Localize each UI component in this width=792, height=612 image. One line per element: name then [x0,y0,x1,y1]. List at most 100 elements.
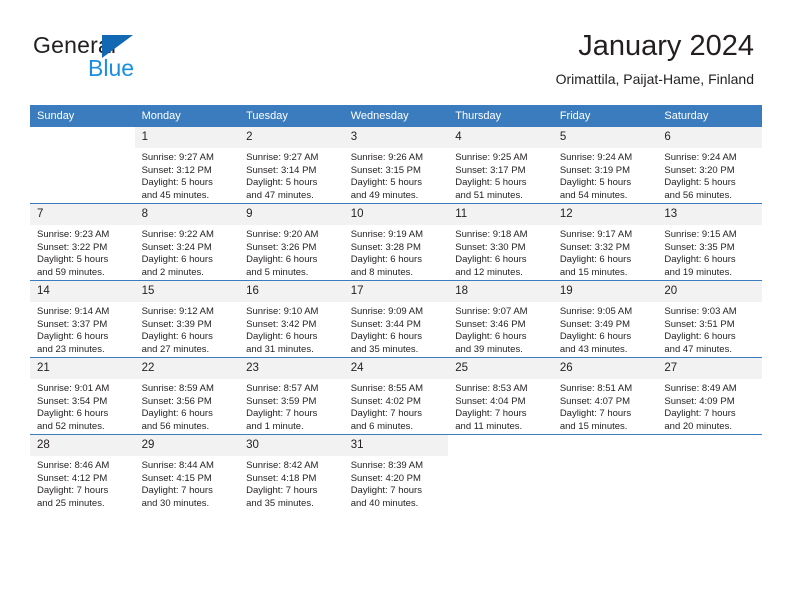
day-number: 16 [239,281,344,302]
sunset-text: Sunset: 3:32 PM [559,241,631,253]
calendar-day-cell[interactable]: 10 Sunrise: 9:19 AM Sunset: 3:28 PM Dayligh… [343,203,449,281]
weekday-header-tuesday: Tuesday [239,105,344,127]
calendar-day-cell[interactable]: 20 Sunrise: 9:03 AM Sunset: 3:51 PM Dayligh… [657,280,762,358]
sunset-text: Sunset: 3:51 PM [664,318,735,330]
calendar-day-cell[interactable]: 8 Sunrise: 9:22 AM Sunset: 3:24 PM Daylight… [134,203,240,281]
calendar-cell-inner: 20 Sunrise: 9:03 AM Sunset: 3:51 PM Dayligh… [657,281,762,358]
calendar-cell-inner: 10 Sunrise: 9:19 AM Sunset: 3:28 PM Dayligh… [343,204,449,281]
day-details: Sunrise: 8:53 AM Sunset: 4:04 PM Daylight:… [448,379,553,433]
calendar-day-cell[interactable]: 25 Sunrise: 8:53 AM Sunset: 4:04 PM Dayligh… [448,357,553,435]
sunset-text: Sunset: 3:22 PM [37,241,108,253]
day-details: Sunrise: 9:25 AM Sunset: 3:17 PM Daylight:… [448,148,553,202]
day-details: Sunrise: 9:14 AM Sunset: 3:37 PM Daylight:… [30,302,135,356]
general-blue-logo[interactable]: General Blue [33,33,263,83]
calendar-day-cell[interactable]: 2 Sunrise: 9:27 AM Sunset: 3:14 PM Daylight… [239,127,344,204]
sunset-text: Sunset: 4:09 PM [664,395,735,407]
day-details: Sunrise: 8:51 AM Sunset: 4:07 PM Daylight:… [553,379,658,433]
daylight-text-cont: and 15 minutes. [559,266,628,278]
daylight-text-cont: and 6 minutes. [350,420,414,432]
calendar-day-cell[interactable]: 17 Sunrise: 9:09 AM Sunset: 3:44 PM Dayligh… [343,280,449,358]
sunrise-text: Sunrise: 9:24 AM [664,152,737,163]
daylight-text-cont: and 47 minutes. [664,343,732,355]
sunset-text: Sunset: 3:44 PM [350,318,421,330]
calendar-day-cell[interactable]: 3 Sunrise: 9:26 AM Sunset: 3:15 PM Daylight… [343,127,449,204]
day-details: Sunrise: 9:19 AM Sunset: 3:28 PM Daylight:… [344,225,449,279]
calendar-day-cell[interactable]: 6 Sunrise: 9:24 AM Sunset: 3:20 PM Daylight… [657,127,762,204]
calendar-day-cell[interactable]: 23 Sunrise: 8:57 AM Sunset: 3:59 PM Dayligh… [239,357,344,435]
calendar-day-cell[interactable]: 16 Sunrise: 9:10 AM Sunset: 3:42 PM Dayligh… [239,280,344,358]
day-number: 15 [134,281,240,302]
calendar-day-cell[interactable]: 15 Sunrise: 9:12 AM Sunset: 3:39 PM Dayligh… [134,280,240,358]
day-number: 29 [134,435,240,456]
calendar-day-cell[interactable]: 18 Sunrise: 9:07 AM Sunset: 3:46 PM Dayligh… [448,280,553,358]
day-number: 27 [657,358,762,379]
calendar-cell-inner: 21 Sunrise: 9:01 AM Sunset: 3:54 PM Dayligh… [30,358,135,435]
daylight-text: Daylight: 6 hours [350,254,422,266]
calendar-day-cell[interactable]: 29 Sunrise: 8:44 AM Sunset: 4:15 PM Dayligh… [134,434,240,511]
day-details: Sunrise: 9:27 AM Sunset: 3:12 PM Daylight:… [135,148,240,202]
daylight-text: Daylight: 7 hours [350,485,422,497]
day-number: 20 [657,281,762,302]
day-number: 7 [30,204,135,225]
calendar-day-cell[interactable]: 27 Sunrise: 8:49 AM Sunset: 4:09 PM Dayligh… [657,357,762,435]
day-number: 3 [343,127,449,148]
calendar-day-cell[interactable]: 5 Sunrise: 9:24 AM Sunset: 3:19 PM Daylight… [552,127,658,204]
calendar-day-cell[interactable]: 14 Sunrise: 9:14 AM Sunset: 3:37 PM Dayligh… [30,280,135,358]
sunrise-text: Sunrise: 9:27 AM [141,152,214,163]
calendar-cell-inner: 31 Sunrise: 8:39 AM Sunset: 4:20 PM Dayligh… [343,435,449,511]
calendar-day-cell[interactable]: 28 Sunrise: 8:46 AM Sunset: 4:12 PM Dayligh… [30,434,135,511]
day-details: Sunrise: 9:24 AM Sunset: 3:19 PM Daylight:… [553,148,658,202]
day-details: Sunrise: 9:09 AM Sunset: 3:44 PM Daylight:… [344,302,449,356]
weekday-header-thursday: Thursday [448,105,553,127]
calendar-day-cell[interactable]: 11 Sunrise: 9:18 AM Sunset: 3:30 PM Dayligh… [448,203,553,281]
sunset-text: Sunset: 3:39 PM [141,318,212,330]
calendar-day-cell[interactable]: 26 Sunrise: 8:51 AM Sunset: 4:07 PM Dayligh… [552,357,658,435]
day-number: 2 [239,127,344,148]
sunset-text: Sunset: 3:15 PM [350,164,421,176]
daylight-text: Daylight: 6 hours [559,331,632,343]
weekday-header-friday: Friday [552,105,658,127]
calendar-cell-inner: 4 Sunrise: 9:25 AM Sunset: 3:17 PM Daylight… [448,127,553,203]
calendar-day-cell[interactable]: 9 Sunrise: 9:20 AM Sunset: 3:26 PM Daylight… [239,203,344,281]
daylight-text: Daylight: 5 hours [350,177,422,189]
sunrise-text: Sunrise: 9:10 AM [246,306,319,317]
daylight-text: Daylight: 7 hours [37,485,109,497]
page-subtitle: Orimattila, Paijat-Hame, Finland [555,71,754,87]
sunrise-text: Sunrise: 8:59 AM [141,383,214,394]
calendar-cell-inner: 6 Sunrise: 9:24 AM Sunset: 3:20 PM Daylight… [657,127,762,203]
calendar-day-cell[interactable]: 21 Sunrise: 9:01 AM Sunset: 3:54 PM Dayligh… [30,357,135,435]
calendar-day-cell[interactable]: 24 Sunrise: 8:55 AM Sunset: 4:02 PM Dayligh… [343,357,449,435]
day-number: 24 [343,358,449,379]
day-number: 22 [134,358,240,379]
calendar-day-cell[interactable]: 4 Sunrise: 9:25 AM Sunset: 3:17 PM Daylight… [448,127,553,204]
day-number: 9 [239,204,344,225]
sunrise-text: Sunrise: 9:24 AM [559,152,633,163]
daylight-text-cont: and 27 minutes. [141,343,210,355]
calendar-page: General Blue January 2024 Orimattila, Pa… [0,0,792,612]
day-number: 31 [343,435,449,456]
calendar-day-cell[interactable]: 7 Sunrise: 9:23 AM Sunset: 3:22 PM Daylight… [30,203,135,281]
day-number [30,127,135,148]
calendar-day-cell[interactable]: 1 Sunrise: 9:27 AM Sunset: 3:12 PM Daylight… [134,127,240,204]
calendar-cell-inner: 24 Sunrise: 8:55 AM Sunset: 4:02 PM Dayligh… [343,358,449,435]
daylight-text-cont: and 31 minutes. [246,343,314,355]
sunrise-text: Sunrise: 8:55 AM [350,383,424,394]
calendar-day-cell[interactable]: 12 Sunrise: 9:17 AM Sunset: 3:32 PM Dayligh… [552,203,658,281]
sunrise-text: Sunrise: 9:23 AM [37,229,110,240]
sunset-text: Sunset: 3:49 PM [559,318,631,330]
calendar-day-cell[interactable]: 13 Sunrise: 9:15 AM Sunset: 3:35 PM Dayligh… [657,203,762,281]
daylight-text-cont: and 12 minutes. [455,266,523,278]
calendar-day-cell[interactable]: 31 Sunrise: 8:39 AM Sunset: 4:20 PM Dayligh… [343,434,449,511]
page-title: January 2024 [578,30,754,62]
sunrise-text: Sunrise: 8:44 AM [141,460,214,471]
daylight-text: Daylight: 6 hours [37,408,109,420]
day-details: Sunrise: 9:22 AM Sunset: 3:24 PM Daylight:… [135,225,240,279]
sunrise-text: Sunrise: 8:46 AM [37,460,110,471]
calendar-cell-inner [552,435,658,511]
sunrise-text: Sunrise: 8:42 AM [246,460,319,471]
calendar-day-cell[interactable]: 19 Sunrise: 9:05 AM Sunset: 3:49 PM Dayligh… [552,280,658,358]
daylight-text-cont: and 25 minutes. [37,497,105,509]
calendar-day-cell[interactable]: 22 Sunrise: 8:59 AM Sunset: 3:56 PM Dayligh… [134,357,240,435]
calendar-day-cell[interactable]: 30 Sunrise: 8:42 AM Sunset: 4:18 PM Dayligh… [239,434,344,511]
weekday-header-wednesday: Wednesday [343,105,449,127]
